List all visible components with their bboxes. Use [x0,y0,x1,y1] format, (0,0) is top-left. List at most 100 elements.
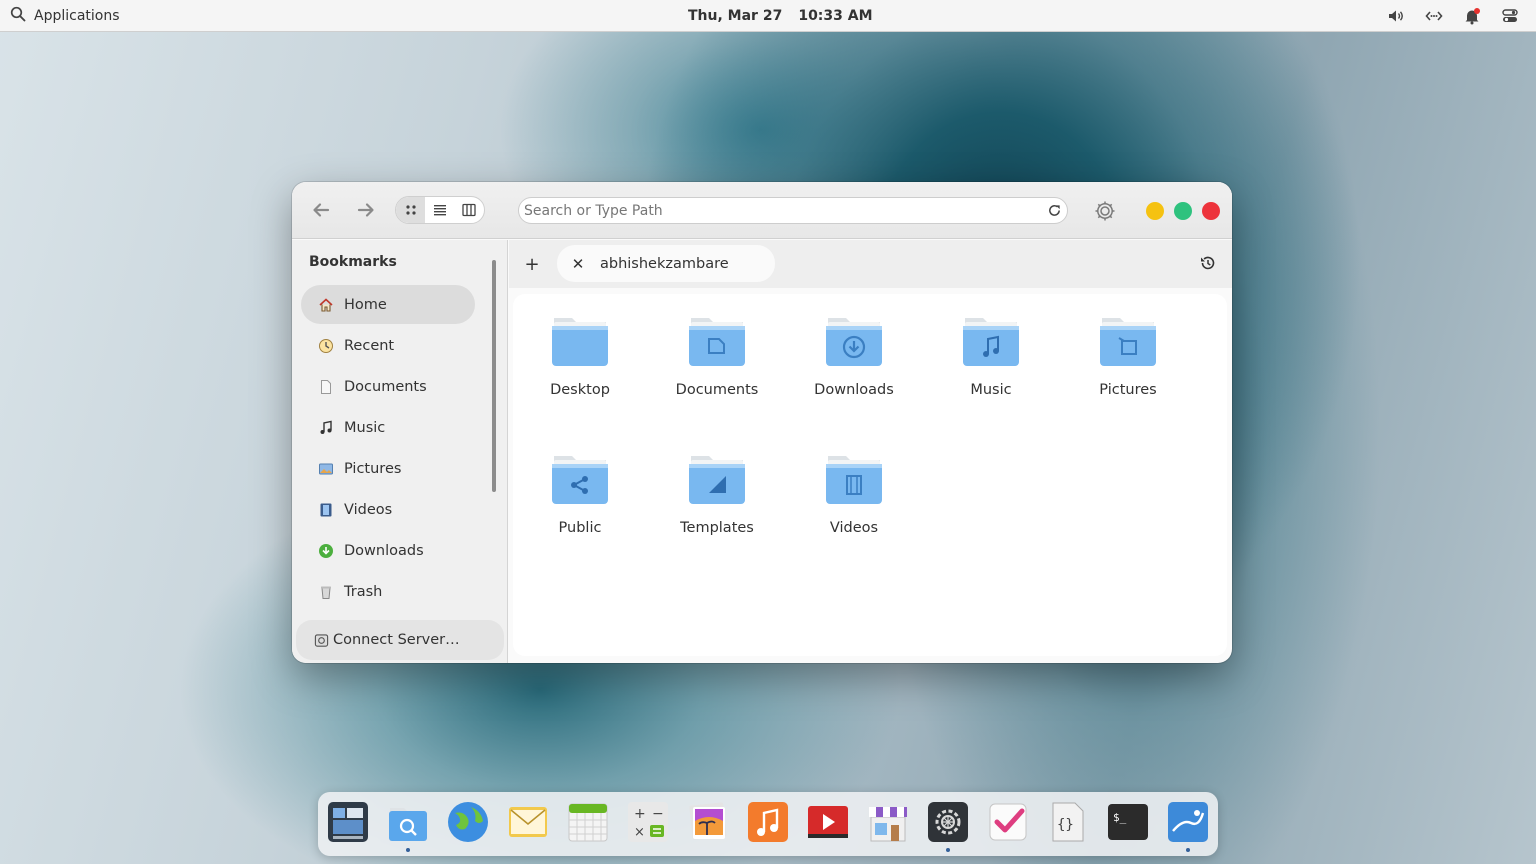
dock-tasks[interactable] [987,801,1029,843]
tasks-icon [989,803,1027,841]
dock-web-browser[interactable] [447,801,489,843]
sidebar-item-label: Videos [344,501,393,518]
sidebar-item-music[interactable]: Music [301,408,475,447]
sidebar-item-label: Downloads [344,542,424,559]
folder-label: Templates [680,520,754,536]
maximize-button[interactable] [1174,202,1192,220]
sidebar-item-pictures[interactable]: Pictures [301,449,475,488]
column-view-button[interactable] [455,197,484,223]
top-panel: Applications Thu, Mar 27 10:33 AM [0,0,1536,32]
date-time-indicator[interactable]: Thu, Mar 27 10:33 AM [688,0,873,32]
music-icon [318,420,334,436]
svg-text:×: × [634,825,645,840]
folder-label: Pictures [1099,382,1157,398]
videos-icon [318,502,334,518]
sidebar: Bookmarks Home Recent Documents Music Pi… [292,240,508,663]
dock-videos[interactable] [807,801,849,843]
running-indicator [406,848,410,852]
arrow-right-icon [357,203,374,217]
search-icon [10,6,26,26]
photos-icon [689,802,727,840]
new-tab-button[interactable]: + [522,254,542,275]
close-button[interactable] [1202,202,1220,220]
list-view-icon [433,205,446,216]
document-icon [318,379,334,395]
folder-label: Documents [675,382,759,398]
folder-videos[interactable]: Videos [799,450,909,560]
folder-label: Videos [829,520,879,536]
sidebar-item-downloads[interactable]: Downloads [301,531,475,570]
sidebar-item-label: Home [344,296,387,313]
grid-view-button[interactable] [396,197,426,223]
trash-icon [318,584,334,600]
folder-public[interactable]: Public [525,450,635,560]
folder-desktop[interactable]: Desktop [525,312,635,422]
sidebar-item-label: Music [344,419,386,436]
downloads-icon [318,543,334,559]
sidebar-title: Bookmarks [309,254,397,270]
folder-label: Downloads [814,382,894,398]
folder-documents[interactable]: Documents [662,312,772,422]
applications-menu[interactable]: Applications [10,0,120,32]
sidebar-scrollbar[interactable] [492,260,496,492]
folder-templates[interactable]: Templates [662,450,772,560]
folder-templates-icon [689,456,745,504]
dock-calculator[interactable]: + − × [627,801,669,843]
dock-calendar[interactable] [567,801,609,843]
notifications-icon[interactable] [1462,6,1482,26]
back-button[interactable] [309,199,333,221]
dock-multitasking-view[interactable] [327,801,369,843]
sidebar-item-recent[interactable]: Recent [301,326,475,365]
minimize-button[interactable] [1146,202,1164,220]
view-mode-switcher [395,196,485,224]
network-icon[interactable] [1424,6,1444,26]
pictures-icon [318,461,334,477]
date-label: Thu, Mar 27 [688,8,783,24]
list-view-button[interactable] [425,197,454,223]
mail-icon [509,807,547,837]
multitasking-view-icon [328,802,368,842]
dock-system-settings[interactable] [927,801,969,843]
folder-downloads[interactable]: Downloads [799,312,909,422]
dock-terminal[interactable]: $_ [1107,801,1149,843]
dock-photos[interactable] [687,801,729,843]
running-indicator [1186,848,1190,852]
sidebar-item-videos[interactable]: Videos [301,490,475,529]
folder-label: Desktop [550,382,610,398]
gear-icon [1095,201,1115,221]
sidebar-item-documents[interactable]: Documents [301,367,475,406]
connect-server-button[interactable]: Connect Server… [296,620,504,660]
folder-music[interactable]: Music [936,312,1046,422]
dock-appcenter[interactable] [867,801,909,843]
forward-button[interactable] [354,199,378,221]
sidebar-item-trash[interactable]: Trash [301,572,475,611]
closed-tabs-history-button[interactable] [1199,254,1219,274]
dock-mail[interactable] [507,801,549,843]
folder-pictures[interactable]: Pictures [1073,312,1183,422]
reload-icon [1048,205,1060,216]
svg-text:+: + [634,806,646,822]
dock-screenshot[interactable] [1167,801,1209,843]
settings-menu-button[interactable] [1092,198,1118,224]
folder-public-icon [552,456,608,504]
close-tab-icon[interactable]: ✕ [569,255,587,273]
dock-code[interactable]: {} [1047,801,1089,843]
tab-home[interactable]: ✕ abhishekzambare [557,245,775,282]
folder-label: Music [970,382,1012,398]
reload-button[interactable] [1041,198,1067,224]
dock-files[interactable] [387,801,429,843]
code-icon: {} [1052,802,1084,842]
session-icon[interactable] [1500,6,1520,26]
grid-view-icon [406,205,416,215]
volume-icon[interactable] [1386,6,1406,26]
path-search-input[interactable] [524,202,1041,219]
videos-app-icon [808,806,848,838]
folder-pictures-icon [1100,318,1156,366]
file-grid: Desktop Documents Downloads Music Pictur… [513,294,1227,656]
folder-desktop-icon [552,318,608,366]
folder-downloads-icon [826,318,882,366]
sidebar-item-label: Documents [344,378,427,395]
sidebar-item-home[interactable]: Home [301,285,475,324]
dock: + − × {} $_ [318,792,1218,856]
dock-music[interactable] [747,801,789,843]
